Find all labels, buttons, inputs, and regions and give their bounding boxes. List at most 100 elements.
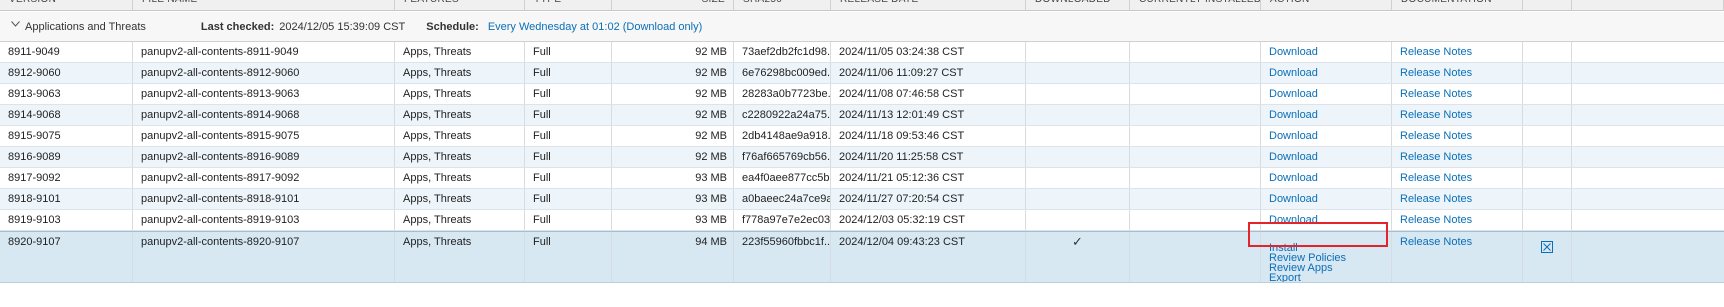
cell-release-date: 2024/11/05 03:24:38 CST [831,42,1026,62]
cell-blank [1523,42,1572,62]
cell-blank [1523,126,1572,146]
group-row-applications-threats[interactable]: Applications and Threats Last checked: 2… [0,12,1724,42]
schedule-link[interactable]: Every Wednesday at 01:02 (Download only) [488,21,702,33]
cell-release-date: 2024/11/06 11:09:27 CST [831,63,1026,83]
cell-currently-installed [1130,147,1261,167]
table-row[interactable]: 8916-9089 panupv2-all-contents-8916-9089… [0,147,1724,168]
table-row[interactable]: 8911-9049 panupv2-all-contents-8911-9049… [0,42,1724,63]
release-notes-link[interactable]: Release Notes [1400,88,1472,100]
release-notes-link[interactable]: Release Notes [1400,67,1472,79]
cell-filler [1572,63,1724,83]
release-notes-link[interactable]: Release Notes [1400,172,1472,184]
cell-size: 92 MB [612,42,734,62]
table-header: VERSION FILE NAME FEATURES TYPE SIZE SHA… [0,0,1724,11]
cell-type: Full [525,42,612,62]
table-row[interactable]: 8913-9063 panupv2-all-contents-8913-9063… [0,84,1724,105]
release-notes-link[interactable]: Release Notes [1400,151,1472,163]
cell-size: 93 MB [612,210,734,230]
cell-release-date: 2024/11/13 12:01:49 CST [831,105,1026,125]
delete-icon[interactable] [1541,241,1553,253]
cell-release-date: 2024/11/18 09:53:46 CST [831,126,1026,146]
download-link[interactable]: Download [1269,151,1318,163]
cell-size: 92 MB [612,126,734,146]
table-row[interactable]: 8914-9068 panupv2-all-contents-8914-9068… [0,105,1724,126]
table-row[interactable]: 8912-9060 panupv2-all-contents-8912-9060… [0,63,1724,84]
cell-features: Apps, Threats [395,168,525,188]
cell-file-name: panupv2-all-contents-8919-9103 [133,210,395,230]
cell-features: Apps, Threats [395,147,525,167]
cell-downloaded [1026,210,1130,230]
col-header-downloaded[interactable]: DOWNLOADED [1026,0,1130,10]
cell-file-name: panupv2-all-contents-8912-9060 [133,63,395,83]
col-header-action[interactable]: ACTION [1261,0,1392,10]
cell-currently-installed [1130,189,1261,209]
chevron-down-icon[interactable] [11,20,20,29]
cell-action: Download [1261,210,1392,230]
download-link[interactable]: Download [1269,214,1318,226]
col-header-documentation[interactable]: DOCUMENTATION [1392,0,1523,10]
cell-downloaded [1026,126,1130,146]
download-link[interactable]: Download [1269,67,1318,79]
cell-version: 8917-9092 [0,168,133,188]
release-notes-link[interactable]: Release Notes [1400,214,1472,226]
cell-sha256: c2280922a24a75... [734,105,831,125]
cell-sha256: 28283a0b7723be... [734,84,831,104]
cell-sha256: 2db4148ae9a918... [734,126,831,146]
cell-file-name: panupv2-all-contents-8916-9089 [133,147,395,167]
col-header-size[interactable]: SIZE [612,0,734,10]
table-row[interactable]: 8918-9101 panupv2-all-contents-8918-9101… [0,189,1724,210]
col-header-currently-installed[interactable]: CURRENTLY INSTALLED [1130,0,1261,10]
col-header-type[interactable]: TYPE [525,0,612,10]
download-link[interactable]: Download [1269,130,1318,142]
cell-type: Full [525,63,612,83]
cell-file-name: panupv2-all-contents-8918-9101 [133,189,395,209]
cell-features: Apps, Threats [395,189,525,209]
col-header-sha256[interactable]: SHA256 [734,0,831,10]
cell-action: Download [1261,126,1392,146]
cell-file-name: panupv2-all-contents-8914-9068 [133,105,395,125]
cell-features: Apps, Threats [395,126,525,146]
cell-sha256: ea4f0aee877cc5b... [734,168,831,188]
col-header-version[interactable]: VERSION [0,0,133,10]
cell-size: 92 MB [612,84,734,104]
table-row-selected[interactable]: 8920-9107 panupv2-all-contents-8920-9107… [0,231,1724,283]
release-notes-link[interactable]: Release Notes [1400,236,1472,248]
col-header-file-name[interactable]: FILE NAME [133,0,395,10]
cell-release-date: 2024/12/04 09:43:23 CST [831,232,1026,282]
download-link[interactable]: Download [1269,46,1318,58]
cell-action: Download [1261,147,1392,167]
cell-size: 92 MB [612,63,734,83]
download-link[interactable]: Download [1269,172,1318,184]
download-link[interactable]: Download [1269,193,1318,205]
cell-release-date: 2024/11/20 11:25:58 CST [831,147,1026,167]
cell-release-date: 2024/11/27 07:20:54 CST [831,189,1026,209]
cell-documentation: Release Notes [1392,42,1523,62]
col-header-filler [1572,0,1724,10]
cell-version: 8920-9107 [0,232,133,282]
cell-size: 93 MB [612,168,734,188]
review-apps-link[interactable]: Review Apps [1269,258,1391,274]
cell-action: Download [1261,63,1392,83]
table-row[interactable]: 8917-9092 panupv2-all-contents-8917-9092… [0,168,1724,189]
download-link[interactable]: Download [1269,88,1318,100]
release-notes-link[interactable]: Release Notes [1400,46,1472,58]
download-link[interactable]: Download [1269,109,1318,121]
col-header-features[interactable]: FEATURES [395,0,525,10]
col-header-release-date[interactable]: RELEASE DATE [831,0,1026,10]
cell-version: 8915-9075 [0,126,133,146]
cell-file-name: panupv2-all-contents-8917-9092 [133,168,395,188]
release-notes-link[interactable]: Release Notes [1400,130,1472,142]
review-policies-link[interactable]: Review Policies [1269,248,1391,264]
table-row[interactable]: 8915-9075 panupv2-all-contents-8915-9075… [0,126,1724,147]
cell-features: Apps, Threats [395,105,525,125]
release-notes-link[interactable]: Release Notes [1400,193,1472,205]
table-row[interactable]: 8919-9103 panupv2-all-contents-8919-9103… [0,210,1724,231]
install-link[interactable]: Install [1269,238,1391,254]
cell-type: Full [525,210,612,230]
release-notes-link[interactable]: Release Notes [1400,109,1472,121]
last-checked-label: Last checked: [200,20,275,33]
last-checked-value: 2024/12/05 15:39:09 CST [279,20,406,33]
cell-currently-installed [1130,232,1261,282]
cell-documentation: Release Notes [1392,63,1523,83]
cell-blank [1523,147,1572,167]
